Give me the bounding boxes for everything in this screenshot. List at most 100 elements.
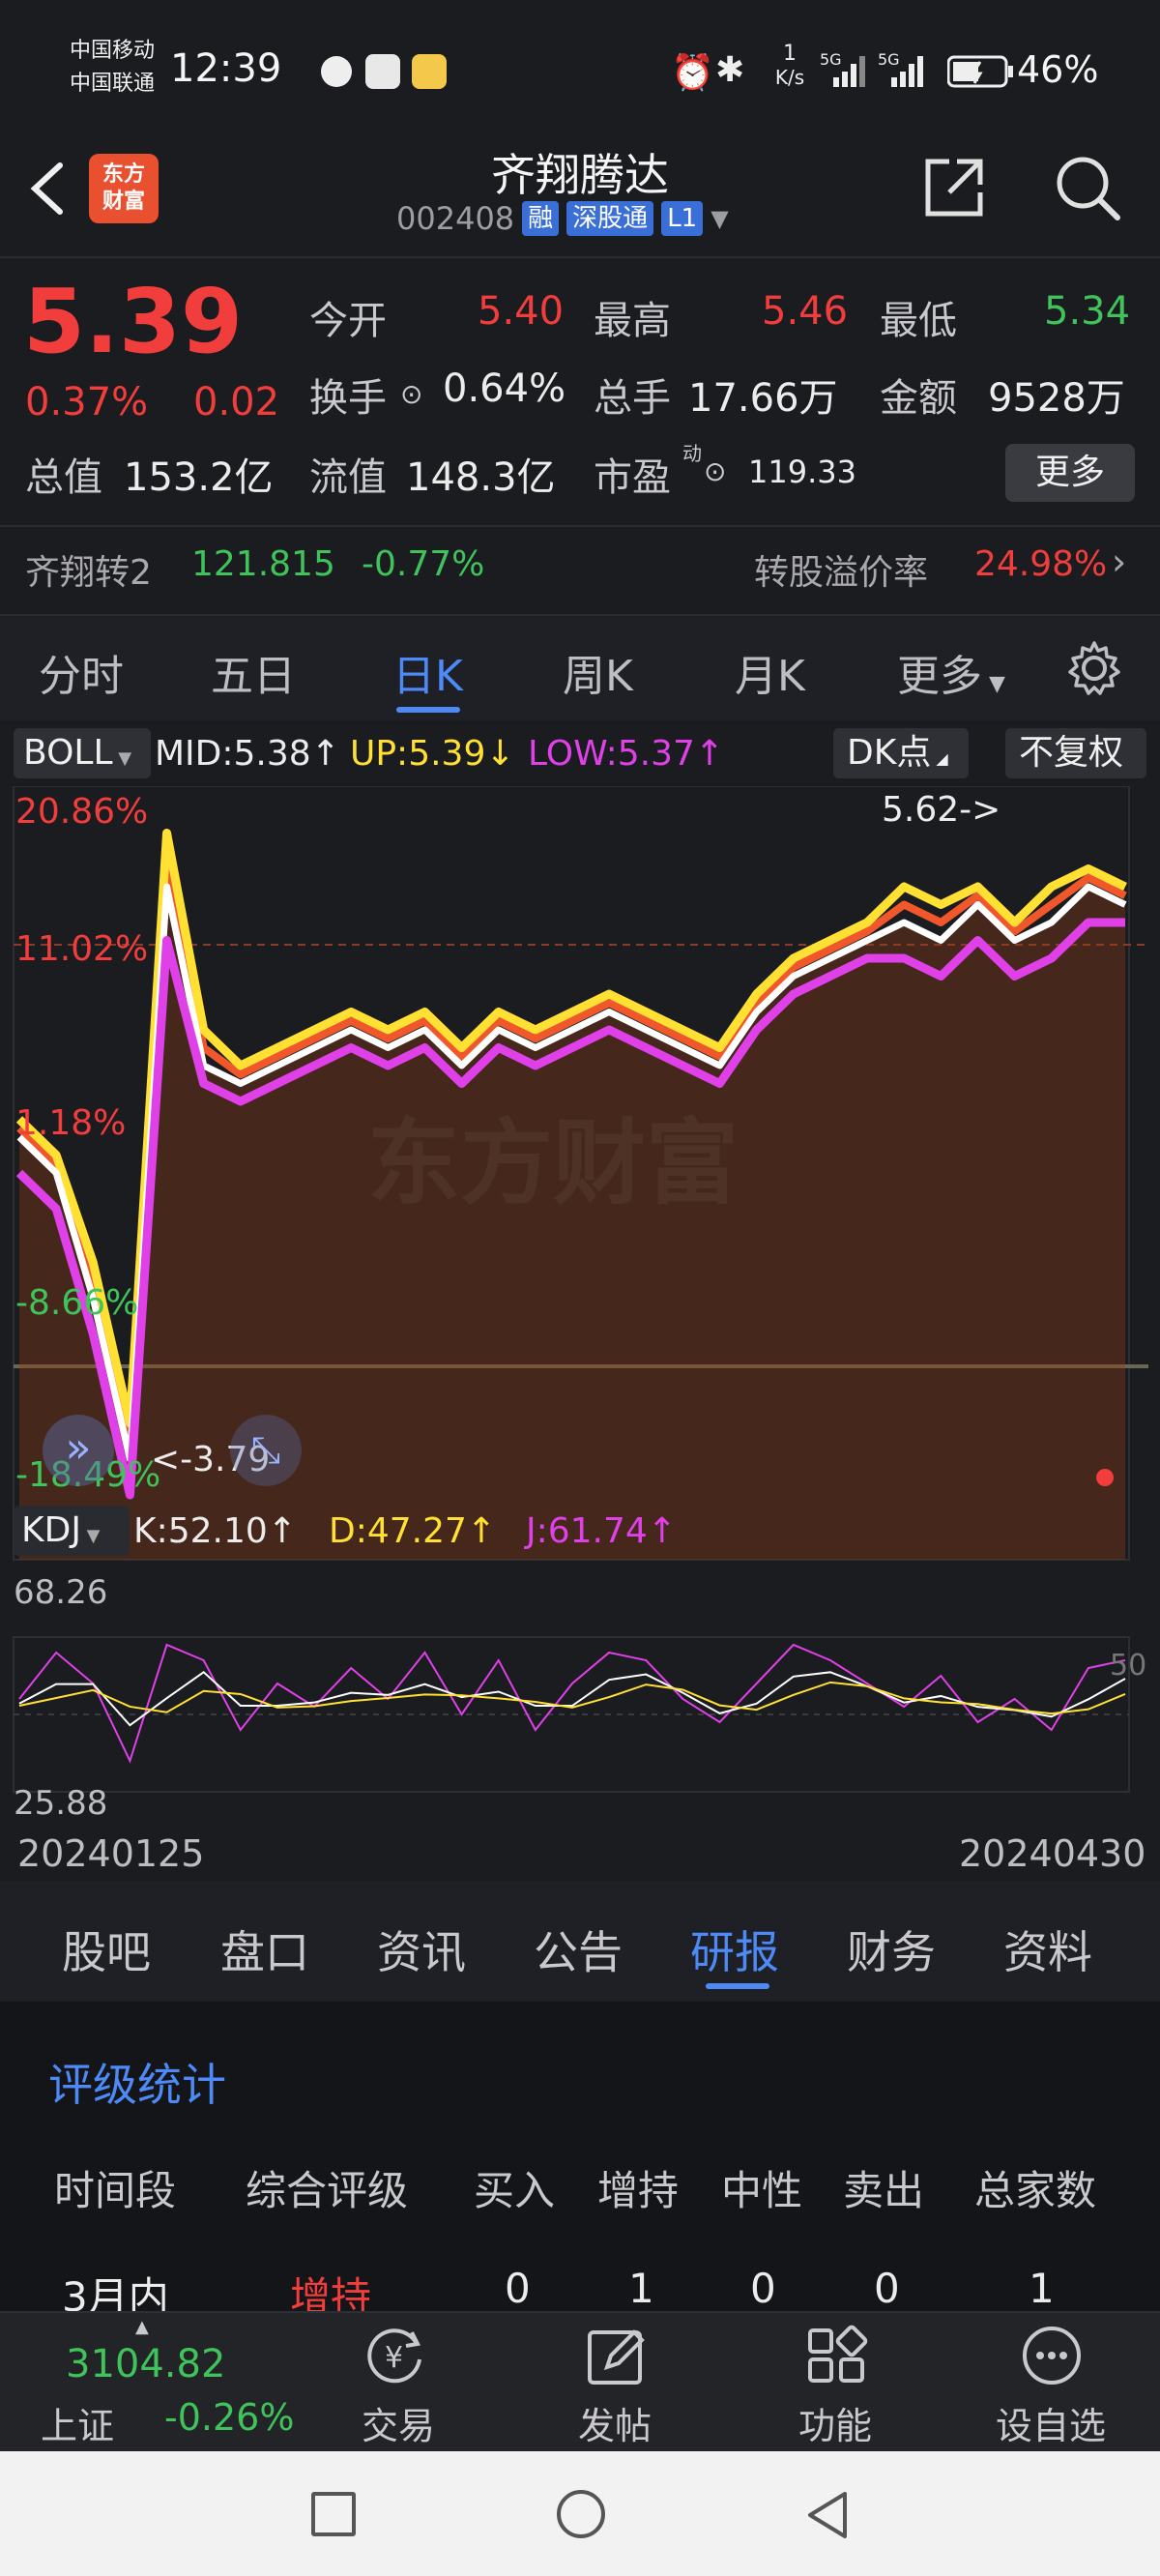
more-quote-button[interactable]: 更多 — [1005, 444, 1135, 502]
col-neutral: 中性 — [721, 2167, 803, 2214]
pe-label: 市盈 — [594, 455, 671, 500]
boll-selector[interactable]: BOLL ▼ — [14, 728, 151, 778]
signal-2-icon — [891, 54, 936, 93]
boll-up: UP:5.39↓ — [350, 734, 515, 774]
row-total: 1 — [1029, 2265, 1055, 2312]
expand-button[interactable]: » — [43, 1415, 114, 1486]
functions-button[interactable] — [804, 2325, 872, 2396]
row-sell: 0 — [874, 2265, 900, 2312]
system-nav-bar — [0, 2451, 1160, 2576]
dk-point-button[interactable]: DK点 ◢ — [833, 728, 969, 778]
stock-code: 002408 — [396, 200, 515, 237]
active-tab-indicator — [706, 1983, 769, 1989]
more-dots-icon — [1023, 2327, 1081, 2385]
chart-svg — [13, 786, 1148, 1793]
amount-value: 9528万 — [988, 376, 1125, 421]
clock: 12:39 — [170, 46, 282, 91]
change-amount: 0.02 — [193, 380, 280, 424]
y-label-1: 11.02% — [15, 929, 149, 969]
kdj-j: J:61.74↑ — [526, 1511, 677, 1551]
chart-settings-button[interactable] — [1065, 639, 1123, 697]
home-button[interactable] — [557, 2490, 605, 2538]
boll-low: LOW:5.37↑ — [528, 734, 725, 774]
y-label-2: 1.18% — [15, 1103, 127, 1143]
row-overweight: 1 — [628, 2265, 654, 2312]
add-watchlist-label: 设自选 — [996, 2405, 1107, 2447]
kdj-mid-label: 50 — [1110, 1649, 1147, 1683]
index-value[interactable]: 3104.82 — [66, 2342, 225, 2386]
add-watchlist-button[interactable] — [1019, 2325, 1087, 2396]
bond-change: -0.77% — [362, 544, 485, 584]
share-icon — [925, 159, 983, 217]
kdj-selector[interactable]: KDJ ▼ — [14, 1506, 130, 1556]
fullscreen-button[interactable]: ⤡ — [230, 1415, 302, 1486]
y-label-3: -8.66% — [15, 1283, 139, 1323]
bottom-toolbar: ▲ 3104.82 上证 -0.26% ¥ 交易 发帖 功能 设自选 — [0, 2311, 1160, 2451]
trade-label: 交易 — [362, 2405, 436, 2447]
tab-research[interactable]: 研报 — [690, 1917, 779, 1981]
pe-info-icon[interactable]: ⊙ — [704, 455, 726, 487]
alarm-icon: ⏰ — [671, 53, 714, 93]
y-label-0: 20.86% — [15, 792, 149, 832]
bluetooth-icon: ✱ — [715, 50, 745, 90]
index-change: -0.26% — [164, 2396, 295, 2439]
adjust-button[interactable]: 不复权 — [1005, 728, 1146, 778]
tab-more[interactable]: 更多 ▼ — [897, 641, 1005, 703]
volume-label: 总手 — [594, 376, 671, 421]
mktcap-value: 153.2亿 — [124, 455, 274, 500]
search-button[interactable] — [1052, 152, 1121, 221]
svg-text:¥: ¥ — [385, 2341, 403, 2375]
tab-news[interactable]: 资讯 — [377, 1917, 466, 1981]
divider — [0, 525, 1160, 527]
float-label: 流值 — [309, 455, 387, 500]
trade-button[interactable]: ¥ — [362, 2325, 429, 2396]
caret-down-icon: ▼ — [80, 1526, 101, 1546]
turnover-label: 换手 — [309, 376, 387, 421]
chevron-right-icon[interactable]: › — [1112, 541, 1126, 583]
amount-label: 金额 — [880, 376, 957, 421]
kdj-bottom-label: 25.88 — [14, 1784, 108, 1823]
edit-icon — [588, 2329, 645, 2385]
functions-label: 功能 — [798, 2405, 873, 2447]
tab-intraday[interactable]: 分时 — [39, 641, 124, 703]
post-button[interactable] — [584, 2325, 652, 2396]
live-dot — [1096, 1469, 1114, 1486]
premium-label: 转股溢价率 — [754, 553, 929, 593]
tab-five-day[interactable]: 五日 — [211, 641, 296, 703]
change-percent: 0.37% — [25, 380, 149, 424]
grid-icon — [808, 2325, 868, 2383]
open-value: 5.40 — [478, 289, 565, 334]
col-overall: 综合评级 — [246, 2167, 409, 2214]
float-value: 148.3亿 — [406, 455, 556, 500]
back-nav-button[interactable] — [802, 2488, 851, 2546]
pe-dynamic-sup: 动 — [682, 442, 702, 465]
tab-orderbook[interactable]: 盘口 — [220, 1917, 309, 1981]
mktcap-label: 总值 — [25, 455, 102, 500]
kdj-k: K:52.10↑ — [133, 1511, 297, 1551]
tab-announcements[interactable]: 公告 — [534, 1917, 623, 1981]
tab-profile[interactable]: 资料 — [1003, 1917, 1092, 1981]
kline-chart-area[interactable]: BOLL ▼ MID:5.38↑ UP:5.39↓ LOW:5.37↑ DK点 … — [0, 720, 1160, 1881]
double-chevron-icon: » — [65, 1423, 92, 1473]
row-neutral: 0 — [750, 2265, 776, 2312]
date-end: 20240430 — [959, 1832, 1146, 1875]
level-tag: L1 — [661, 201, 704, 236]
battery-icon — [946, 54, 1015, 93]
tab-guba[interactable]: 股吧 — [62, 1917, 151, 1981]
connect-tag: 深股通 — [566, 201, 654, 236]
yuan-cycle-icon: ¥ — [367, 2328, 421, 2384]
recents-button[interactable] — [311, 2492, 356, 2536]
tab-daily-k[interactable]: 日K — [392, 641, 463, 703]
col-buy: 买入 — [474, 2167, 556, 2214]
turnover-info-icon[interactable]: ⊙ — [400, 378, 422, 410]
active-tab-indicator — [396, 707, 460, 713]
bond-name[interactable]: 齐翔转2 — [25, 544, 152, 595]
turnover-value: 0.64% — [443, 366, 566, 411]
tab-financials[interactable]: 财务 — [847, 1917, 936, 1981]
dropdown-icon[interactable]: ▼ — [710, 205, 728, 232]
tab-monthly-k[interactable]: 月K — [735, 641, 805, 703]
rating-title: 评级统计 — [48, 2059, 226, 2111]
share-button[interactable] — [920, 152, 990, 221]
tab-weekly-k[interactable]: 周K — [563, 641, 633, 703]
rating-section: 评级统计 时间段 综合评级 买入 增持 中性 卖出 总家数 3月内 增持 0 1… — [0, 2002, 1160, 2321]
